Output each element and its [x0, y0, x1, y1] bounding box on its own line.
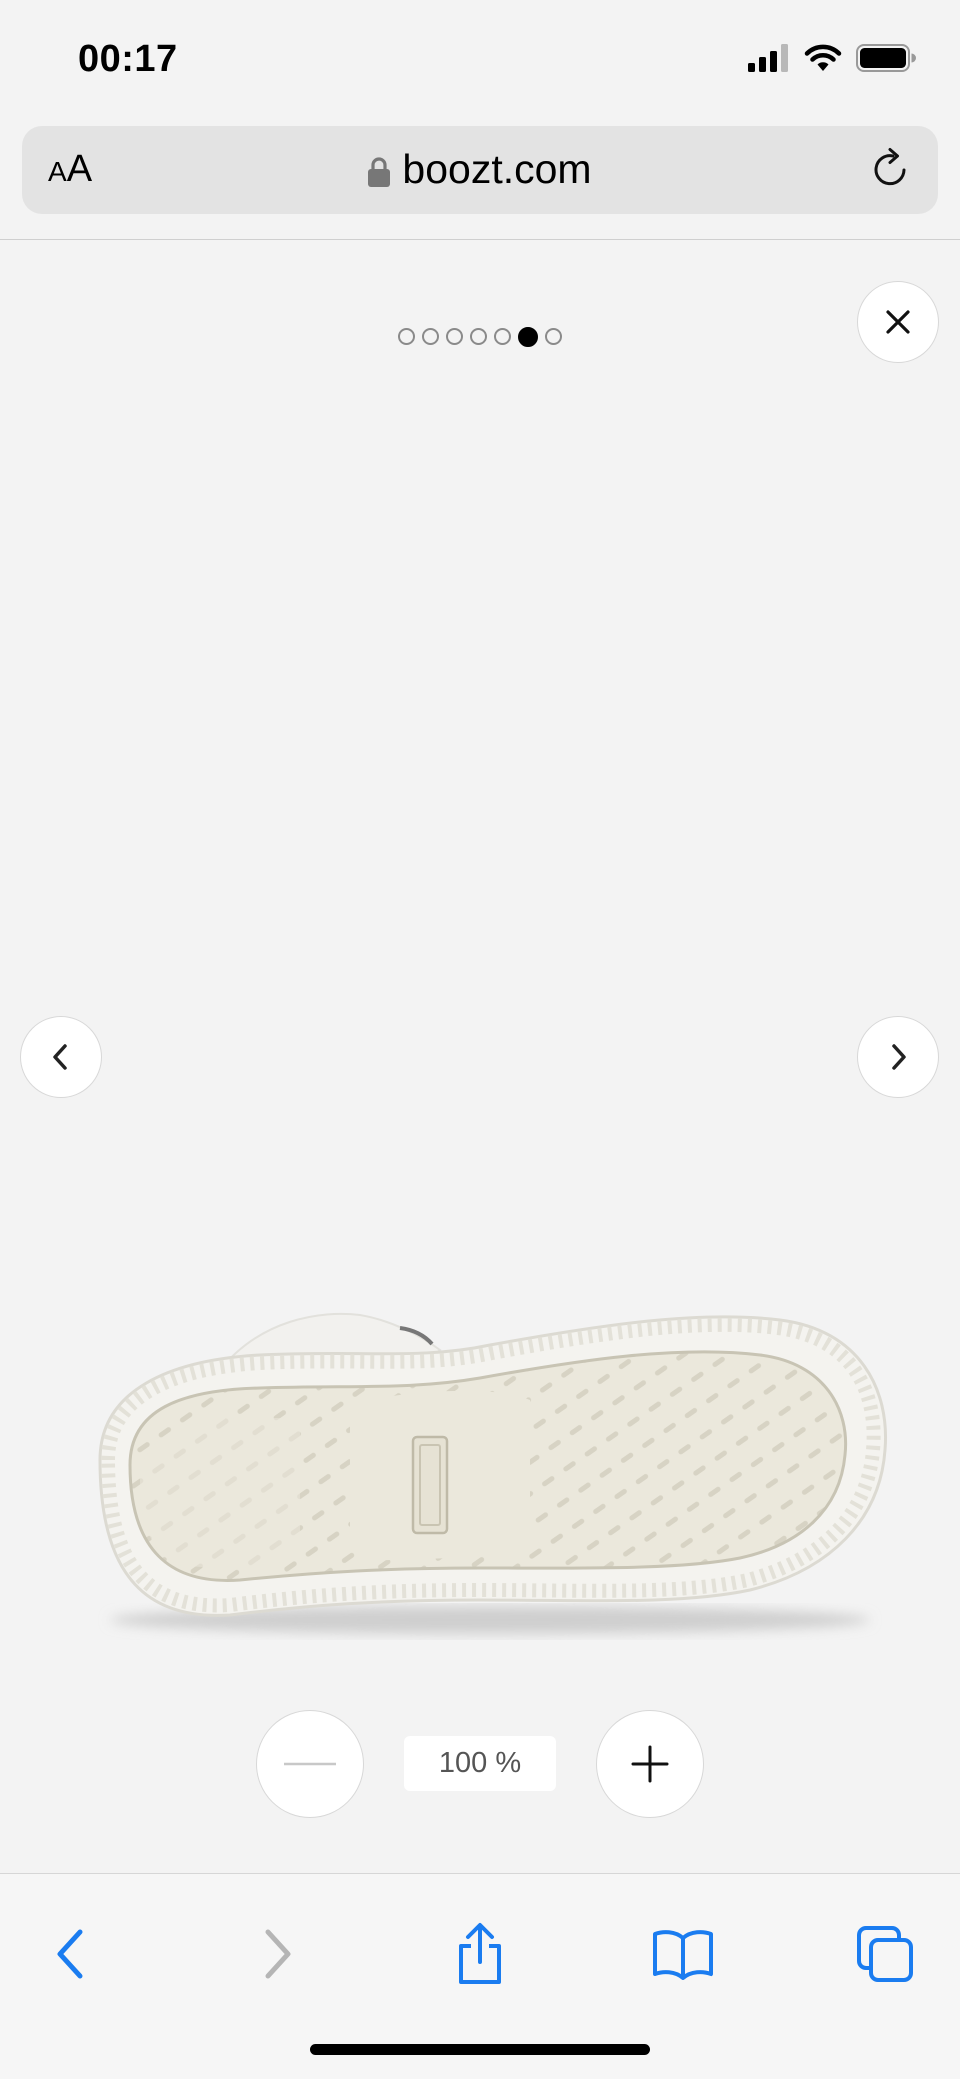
previous-image-button[interactable]	[20, 1016, 102, 1098]
bookmarks-icon	[653, 1930, 713, 1980]
cellular-signal-icon	[748, 44, 788, 72]
status-bar: 00:17	[0, 0, 960, 120]
chevron-left-icon	[53, 1044, 67, 1070]
home-indicator	[310, 2044, 650, 2055]
minus-icon	[284, 1762, 336, 1766]
zoom-out-button[interactable]	[256, 1710, 364, 1818]
forward-button[interactable]	[238, 1914, 318, 1994]
tabs-button[interactable]	[845, 1914, 925, 1994]
plus-icon	[631, 1745, 669, 1783]
back-arrow-icon	[57, 1929, 83, 1979]
pagination-dot-active[interactable]	[518, 326, 538, 347]
pagination-dot[interactable]	[545, 328, 562, 345]
close-icon	[886, 310, 910, 334]
status-time: 00:17	[78, 38, 178, 80]
lock-icon	[368, 157, 391, 188]
share-button[interactable]	[440, 1914, 520, 1994]
chevron-right-icon	[892, 1044, 906, 1070]
wifi-icon	[804, 44, 842, 71]
pagination-dot[interactable]	[398, 328, 415, 345]
address-bar-divider	[0, 239, 960, 240]
next-image-button[interactable]	[857, 1016, 939, 1098]
product-image	[98, 1312, 888, 1634]
back-button[interactable]	[30, 1914, 110, 1994]
reload-icon[interactable]	[868, 146, 914, 192]
close-gallery-button[interactable]	[857, 281, 939, 363]
battery-icon	[856, 44, 916, 72]
pagination-dot[interactable]	[494, 328, 511, 345]
zoom-in-button[interactable]	[596, 1710, 704, 1818]
gallery-pagination	[0, 326, 960, 347]
url-display[interactable]: boozt.com	[22, 146, 938, 193]
address-bar[interactable]: AA boozt.com	[22, 126, 938, 214]
share-icon	[459, 1923, 501, 1984]
status-icons	[748, 44, 916, 72]
domain-text: boozt.com	[402, 146, 592, 192]
forward-arrow-icon	[265, 1929, 291, 1979]
bookmarks-button[interactable]	[643, 1914, 723, 1994]
zoom-level: 100 %	[404, 1736, 556, 1791]
pagination-dot[interactable]	[446, 328, 463, 345]
pagination-dot[interactable]	[470, 328, 487, 345]
tabs-icon	[857, 1926, 913, 1982]
pagination-dot[interactable]	[422, 328, 439, 345]
